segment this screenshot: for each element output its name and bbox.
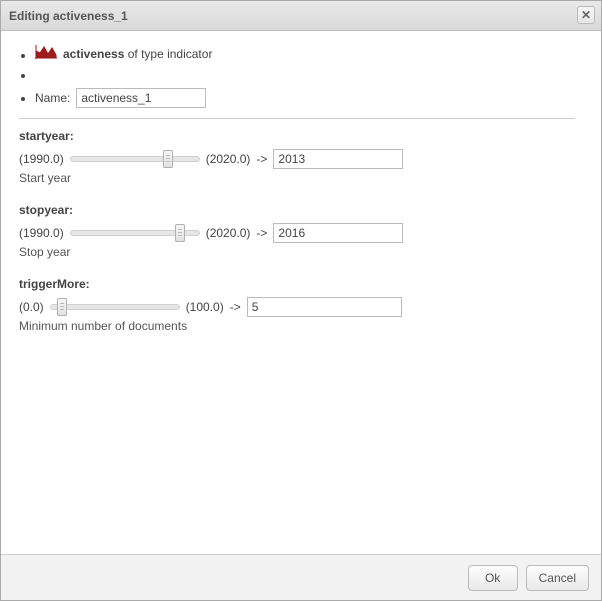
param-startyear: startyear: (1990.0) (2020.0) -> Start ye… bbox=[19, 129, 575, 185]
dialog-body: activeness of type indicator Name: start… bbox=[1, 31, 601, 554]
triggermore-arrow: -> bbox=[230, 300, 241, 314]
param-triggermore: triggerMore: (0.0) (100.0) -> Minimum nu… bbox=[19, 277, 575, 333]
triggermore-min: (0.0) bbox=[19, 300, 44, 314]
triggermore-input[interactable] bbox=[247, 297, 402, 317]
name-input[interactable] bbox=[76, 88, 206, 108]
stopyear-desc: Stop year bbox=[19, 245, 575, 259]
empty-item bbox=[35, 68, 583, 82]
triggermore-slider[interactable] bbox=[50, 304, 180, 310]
startyear-row: (1990.0) (2020.0) -> bbox=[19, 149, 575, 169]
stopyear-label: stopyear: bbox=[19, 203, 575, 217]
header-list: activeness of type indicator Name: bbox=[11, 45, 583, 108]
stopyear-row: (1990.0) (2020.0) -> bbox=[19, 223, 575, 243]
cancel-button[interactable]: Cancel bbox=[526, 565, 589, 591]
dialog-title: Editing activeness_1 bbox=[9, 9, 128, 23]
name-label: Name: bbox=[35, 91, 70, 105]
startyear-slider[interactable] bbox=[70, 156, 200, 162]
stopyear-slider[interactable] bbox=[70, 230, 200, 236]
dialog-footer: Ok Cancel bbox=[1, 554, 601, 600]
header-item: activeness of type indicator bbox=[35, 45, 583, 62]
indicator-name-bold: activeness bbox=[63, 47, 124, 61]
close-button[interactable]: ✕ bbox=[577, 6, 595, 24]
titlebar: Editing activeness_1 ✕ bbox=[1, 1, 601, 31]
slider-handle[interactable] bbox=[175, 224, 185, 242]
stopyear-input[interactable] bbox=[273, 223, 403, 243]
indicator-name: activeness of type indicator bbox=[63, 47, 212, 61]
stopyear-min: (1990.0) bbox=[19, 226, 64, 240]
param-stopyear: stopyear: (1990.0) (2020.0) -> Stop year bbox=[19, 203, 575, 259]
startyear-desc: Start year bbox=[19, 171, 575, 185]
triggermore-desc: Minimum number of documents bbox=[19, 319, 575, 333]
slider-handle[interactable] bbox=[57, 298, 67, 316]
triggermore-row: (0.0) (100.0) -> bbox=[19, 297, 575, 317]
startyear-label: startyear: bbox=[19, 129, 575, 143]
startyear-max: (2020.0) bbox=[206, 152, 251, 166]
dialog-window: Editing activeness_1 ✕ activeness of typ bbox=[0, 0, 602, 601]
indicator-type-suffix: of type indicator bbox=[124, 47, 212, 61]
area-chart-icon bbox=[35, 45, 57, 62]
startyear-min: (1990.0) bbox=[19, 152, 64, 166]
params-panel: startyear: (1990.0) (2020.0) -> Start ye… bbox=[19, 118, 575, 333]
startyear-arrow: -> bbox=[256, 152, 267, 166]
stopyear-max: (2020.0) bbox=[206, 226, 251, 240]
startyear-input[interactable] bbox=[273, 149, 403, 169]
triggermore-label: triggerMore: bbox=[19, 277, 575, 291]
close-icon: ✕ bbox=[581, 8, 591, 22]
slider-handle[interactable] bbox=[163, 150, 173, 168]
stopyear-arrow: -> bbox=[256, 226, 267, 240]
ok-button[interactable]: Ok bbox=[468, 565, 518, 591]
name-row-item: Name: bbox=[35, 88, 583, 108]
triggermore-max: (100.0) bbox=[186, 300, 224, 314]
